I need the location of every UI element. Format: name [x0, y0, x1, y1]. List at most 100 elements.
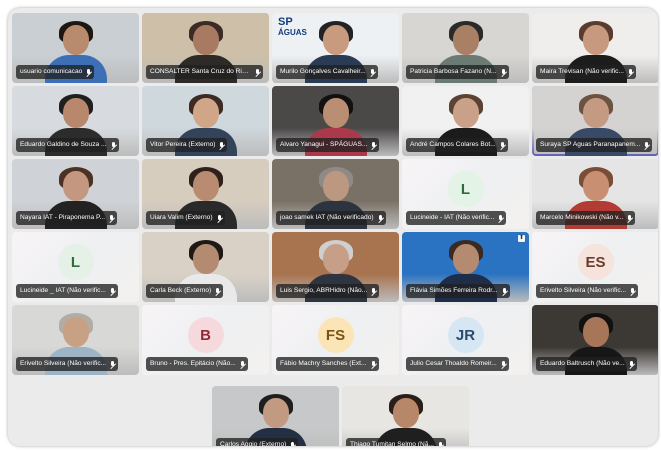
participant-name: Marcelo Minikowski (Não v... — [540, 214, 624, 221]
participant-face — [322, 244, 349, 274]
participant-tile[interactable]: Vitor Pereira (Externo) — [142, 86, 269, 156]
participant-tile[interactable]: Luis Sergio, ABRHidro (Não... — [272, 232, 399, 302]
participant-name: Erivelto Silveira (Não verific... — [540, 287, 627, 294]
participant-name: Carla Beck (Externo) — [150, 287, 212, 294]
pin-icon[interactable]: ⬆ — [518, 235, 525, 242]
participant-name: Julio Cesar Thoaldo Romeir... — [410, 360, 497, 367]
participant-tile[interactable]: Maira Trevisan (Não verific... — [532, 13, 658, 83]
avatar-initials: FS — [317, 317, 354, 353]
participant-face — [62, 317, 89, 347]
participant-name-label: joao samek IAT (Não verificado) — [276, 211, 386, 225]
participant-face — [192, 25, 219, 55]
participant-tile[interactable]: Carlos Aggio (Externo) — [212, 386, 339, 446]
participant-tile[interactable]: FS Fábio Machry Sanches (Ext... — [272, 305, 399, 375]
participant-name-label: Eduardo Galdino de Souza ... — [16, 138, 119, 152]
participant-name: Suraya SP Aguas Paranapanem... — [540, 141, 641, 148]
avatar-initials: JR — [447, 317, 484, 353]
mic-icon — [370, 68, 375, 76]
participant-name-label: Patricia Barbosa Fazano (N... — [406, 65, 509, 79]
participant-name: usuario comunicacao — [20, 68, 83, 75]
mic-icon — [627, 214, 632, 222]
mic-icon — [290, 441, 295, 446]
participant-face — [62, 25, 89, 55]
mic-icon — [628, 68, 633, 76]
participant-tile[interactable]: JR Julio Cesar Thoaldo Romeir... — [402, 305, 529, 375]
mic-icon — [371, 287, 376, 295]
mic-icon — [371, 141, 376, 149]
participant-tile[interactable]: Nayara IAT - Piraponema P... — [12, 159, 139, 229]
mic-icon — [500, 141, 505, 149]
participant-tile[interactable]: joao samek IAT (Não verificado) — [272, 159, 399, 229]
participant-name-label: Luis Sergio, ABRHidro (Não... — [276, 284, 380, 298]
avatar-initials: L — [57, 244, 94, 280]
participant-name: Luis Sergio, ABRHidro (Não... — [280, 287, 368, 294]
participant-tile[interactable]: Carla Beck (Externo) — [142, 232, 269, 302]
mic-icon — [219, 141, 224, 149]
participant-tile[interactable]: Thiago Tumitan Selmo (Nã... — [342, 386, 469, 446]
participant-name: Vitor Pereira (Externo) — [150, 141, 216, 148]
participant-tile[interactable]: B Bruno - Pres. Epitácio (Não... — [142, 305, 269, 375]
participant-tile[interactable]: usuario comunicacao — [12, 13, 139, 83]
participant-tile[interactable]: Uiara Valim (Externo) — [142, 159, 269, 229]
participant-face — [62, 98, 89, 128]
video-feed — [342, 386, 469, 446]
participant-tile[interactable]: Eduardo Baltrusch (Não ve... — [532, 305, 658, 375]
participant-name-label: Carla Beck (Externo) — [146, 284, 224, 298]
participant-tile[interactable]: Marcelo Minikowski (Não v... — [532, 159, 658, 229]
participant-name-label: Fábio Machry Sanches (Ext... — [276, 357, 379, 371]
participant-name-label: Suraya SP Aguas Paranapanem... — [536, 138, 653, 152]
participant-tile[interactable]: Suraya SP Aguas Paranapanem... — [532, 86, 658, 156]
participant-tile[interactable]: CONSALTER Santa Cruz do Rio ... — [142, 13, 269, 83]
participant-name: Nayara IAT - Piraponema P... — [20, 214, 106, 221]
participant-face — [582, 98, 609, 128]
participant-face — [192, 244, 219, 274]
participant-tile[interactable]: Eduardo Galdino de Souza ... — [12, 86, 139, 156]
participant-name-label: Eduardo Baltrusch (Não ve... — [536, 357, 637, 371]
mic-icon — [215, 287, 220, 295]
participant-name-label: Lucineide - IAT (Não verific... — [406, 211, 507, 225]
participant-name: Lucineide - IAT (Não verific... — [410, 214, 495, 221]
participant-name: Alvaro Yanagui - SPÁGUAS... — [280, 141, 368, 148]
participant-name-label: CONSALTER Santa Cruz do Rio ... — [146, 65, 263, 79]
mic-icon — [501, 68, 506, 76]
mic-icon — [501, 360, 506, 368]
participant-name: Lucineide _ IAT (Não verific... — [20, 287, 106, 294]
participant-face — [192, 98, 219, 128]
participant-face — [192, 171, 219, 201]
participant-tile[interactable]: L Lucineide - IAT (Não verific... — [402, 159, 529, 229]
participant-name-label: Nayara IAT - Piraponema P... — [16, 211, 118, 225]
participant-tile[interactable]: ES Erivelto Silveira (Não verific... — [532, 232, 658, 302]
mic-icon — [438, 441, 443, 446]
mic-icon — [86, 68, 91, 76]
participant-tile[interactable]: Patricia Barbosa Fazano (N... — [402, 13, 529, 83]
participant-name-label: Alvaro Yanagui - SPÁGUAS... — [276, 138, 380, 152]
participant-name-label: Julio Cesar Thoaldo Romeir... — [406, 357, 509, 371]
participant-name: CONSALTER Santa Cruz do Rio ... — [150, 68, 251, 75]
participant-tile[interactable]: Erivelto Silveira (Não verific... — [12, 305, 139, 375]
participant-name-label: Bruno - Pres. Epitácio (Não... — [146, 357, 248, 371]
mic-icon — [644, 141, 649, 149]
participant-name: Eduardo Galdino de Souza ... — [20, 141, 107, 148]
participant-tile[interactable]: Alvaro Yanagui - SPÁGUAS... — [272, 86, 399, 156]
participant-face — [322, 171, 349, 201]
participant-face — [322, 25, 349, 55]
participant-tile[interactable]: André Campos Colares Bot... — [402, 86, 529, 156]
participant-name-label: Flávia Simões Ferreira Rodr... — [406, 284, 510, 298]
avatar-initials: B — [187, 317, 224, 353]
participant-tile[interactable]: SP ÁGUAS Murilo Gonçalves Cavalheir... — [272, 13, 399, 83]
logo-line1: SP — [278, 16, 293, 28]
mic-icon — [371, 360, 376, 368]
participant-name: Patricia Barbosa Fazano (N... — [410, 68, 497, 75]
participant-tile[interactable]: ⬆ Flávia Simões Ferreira Rodr... — [402, 232, 529, 302]
mic-icon — [255, 68, 260, 76]
mic-icon — [498, 214, 503, 222]
meeting-window: usuario comunicacao CONSALTER Santa Cruz … — [8, 8, 658, 446]
mic-icon — [502, 287, 507, 295]
participant-name-label: usuario comunicacao — [16, 65, 95, 79]
logo-line2: ÁGUAS — [278, 28, 307, 37]
participant-tile[interactable]: L Lucineide _ IAT (Não verific... — [12, 232, 139, 302]
mic-icon — [240, 360, 245, 368]
participant-name: Bruno - Pres. Epitácio (Não... — [150, 360, 236, 367]
participant-name-label: Marcelo Minikowski (Não v... — [536, 211, 636, 225]
participant-name: André Campos Colares Bot... — [410, 141, 496, 148]
